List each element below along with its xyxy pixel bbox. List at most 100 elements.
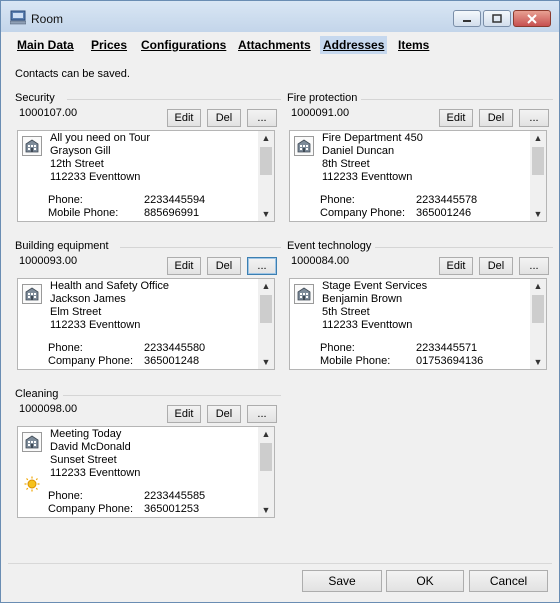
phone-label: Phone: (48, 342, 83, 354)
tab-prices[interactable]: Prices (88, 36, 130, 54)
address-line: 112233 Eventtown (50, 467, 141, 479)
phone-row: Phone: 2233445580 (48, 342, 205, 355)
address-line: 112233 Eventtown (322, 171, 413, 183)
save-button[interactable]: Save (302, 570, 382, 592)
scroll-down-arrow-icon[interactable]: ▼ (258, 355, 274, 369)
phone-value: 2233445585 (144, 490, 206, 502)
room-window: Room Main Data Prices Configurations Att… (0, 0, 560, 603)
phone-value: 2233445580 (144, 342, 206, 354)
maximize-icon (492, 14, 502, 23)
tab-strip: Main Data Prices Configurations Attachme… (8, 32, 552, 56)
room-app-icon (10, 10, 26, 25)
address-line: Stage Event Services (322, 280, 428, 292)
scroll-thumb[interactable] (532, 147, 544, 175)
phone-value: 885696991 (144, 207, 200, 219)
tab-addresses[interactable]: Addresses (320, 36, 388, 54)
maximize-button[interactable] (483, 10, 511, 27)
contact-card[interactable]: Fire Department 450 Daniel Duncan 8th Stre… (289, 130, 547, 222)
phone-value: 2233445578 (416, 194, 478, 206)
scroll-thumb[interactable] (260, 443, 272, 471)
window-title: Room (31, 12, 64, 26)
group-number: 1000091.00 (291, 107, 350, 119)
vertical-scrollbar[interactable]: ▲ ▼ (530, 131, 546, 221)
vertical-scrollbar[interactable]: ▲ ▼ (258, 279, 274, 369)
minimize-button[interactable] (453, 10, 481, 27)
more-button[interactable]: ... (247, 405, 277, 423)
scroll-up-arrow-icon[interactable]: ▲ (258, 131, 274, 145)
ok-button[interactable]: OK (386, 570, 464, 592)
scroll-up-arrow-icon[interactable]: ▲ (530, 131, 546, 145)
contact-card[interactable]: Meeting Today David McDonald Sunset Street… (17, 426, 275, 518)
phone-value: 365001253 (144, 503, 200, 515)
group-number: 1000098.00 (19, 403, 78, 415)
delete-button[interactable]: Del (207, 257, 241, 275)
contacts-notice: Contacts can be saved. (15, 68, 130, 80)
tab-items[interactable]: Items (395, 36, 432, 54)
address-line: 12th Street (50, 158, 104, 170)
more-button[interactable]: ... (519, 109, 549, 127)
edit-button[interactable]: Edit (167, 109, 201, 127)
scroll-thumb[interactable] (260, 147, 272, 175)
tab-main-data[interactable]: Main Data (14, 36, 77, 54)
tab-attachments[interactable]: Attachments (235, 36, 314, 54)
phone-row: Company Phone: 365001253 (48, 503, 205, 516)
building-icon (22, 284, 42, 304)
address-line: Fire Department 450 (322, 132, 423, 144)
address-line: Benjamin Brown (322, 293, 403, 305)
group-building-equipment: Building equipment 1000093.00 Edit Del... H… (15, 240, 281, 380)
phone-label: Phone: (48, 490, 83, 502)
phone-label: Phone: (320, 194, 355, 206)
edit-button[interactable]: Edit (167, 405, 201, 423)
group-title: Security (15, 92, 59, 104)
vertical-scrollbar[interactable]: ▲ ▼ (258, 131, 274, 221)
scroll-thumb[interactable] (260, 295, 272, 323)
building-icon (22, 432, 42, 452)
group-number: 1000107.00 (19, 107, 78, 119)
contact-card[interactable]: All you need on Tour Grayson Gill 12th Str… (17, 130, 275, 222)
contact-card[interactable]: Stage Event Services Benjamin Brown 5th St… (289, 278, 547, 370)
group-event-technology: Event technology 1000084.00 Edit Del... Sta… (287, 240, 553, 380)
address-line: Jackson James (50, 293, 126, 305)
scroll-up-arrow-icon[interactable]: ▲ (258, 279, 274, 293)
phone-row: Phone: 2233445594 (48, 194, 205, 207)
cancel-button[interactable]: Cancel (469, 570, 548, 592)
more-button[interactable]: ... (247, 257, 277, 275)
phone-label: Phone: (320, 342, 355, 354)
scroll-up-arrow-icon[interactable]: ▲ (258, 427, 274, 441)
group-number: 1000084.00 (291, 255, 350, 267)
more-button[interactable]: ... (247, 109, 277, 127)
group-number: 1000093.00 (19, 255, 78, 267)
vertical-scrollbar[interactable]: ▲ ▼ (258, 427, 274, 517)
group-fire-protection: Fire protection 1000091.00 Edit Del... Fire… (287, 92, 553, 232)
phone-label: Mobile Phone: (48, 207, 119, 219)
dialog-footer: Save OK Cancel (8, 563, 552, 596)
scroll-down-arrow-icon[interactable]: ▼ (258, 207, 274, 221)
delete-button[interactable]: Del (479, 109, 513, 127)
group-divider (360, 99, 553, 100)
phone-value: 01753694136 (416, 355, 484, 367)
scroll-thumb[interactable] (532, 295, 544, 323)
scroll-down-arrow-icon[interactable]: ▼ (530, 207, 546, 221)
tab-configurations[interactable]: Configurations (138, 36, 229, 54)
address-line: 112233 Eventtown (322, 319, 413, 331)
close-icon (527, 13, 537, 24)
address-line: Meeting Today (50, 428, 122, 440)
delete-button[interactable]: Del (207, 109, 241, 127)
edit-button[interactable]: Edit (439, 109, 473, 127)
address-line: All you need on Tour (50, 132, 151, 144)
scroll-down-arrow-icon[interactable]: ▼ (530, 355, 546, 369)
vertical-scrollbar[interactable]: ▲ ▼ (530, 279, 546, 369)
scroll-down-arrow-icon[interactable]: ▼ (258, 503, 274, 517)
close-button[interactable] (513, 10, 551, 27)
edit-button[interactable]: Edit (439, 257, 473, 275)
delete-button[interactable]: Del (207, 405, 241, 423)
more-button[interactable]: ... (519, 257, 549, 275)
group-title: Building equipment (15, 240, 113, 252)
edit-button[interactable]: Edit (167, 257, 201, 275)
group-title: Cleaning (15, 388, 63, 400)
title-bar[interactable]: Room (1, 1, 559, 32)
delete-button[interactable]: Del (479, 257, 513, 275)
phone-row: Phone: 2233445571 (320, 342, 483, 355)
scroll-up-arrow-icon[interactable]: ▲ (530, 279, 546, 293)
contact-card[interactable]: Health and Safety Office Jackson James Elm… (17, 278, 275, 370)
